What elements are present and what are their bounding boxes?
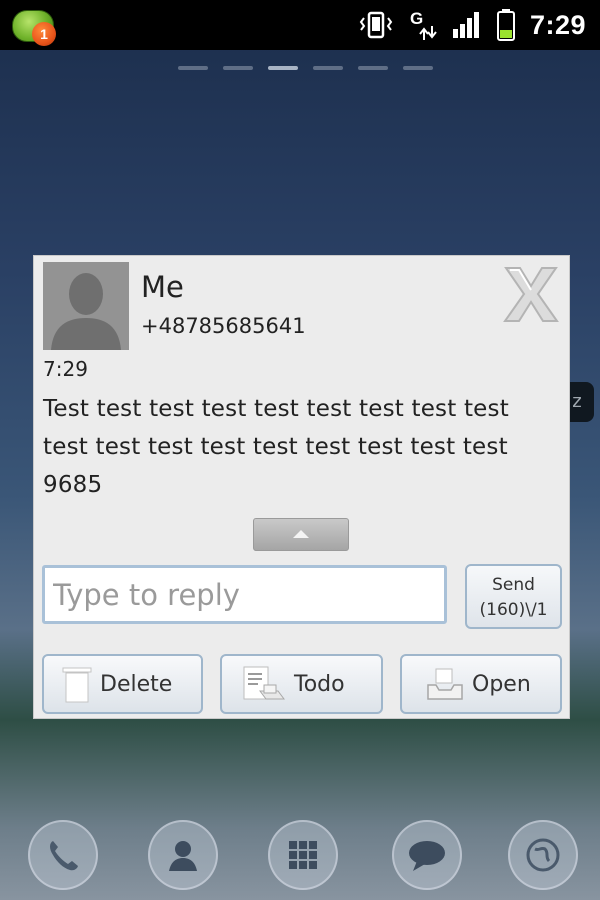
todo-document-icon bbox=[242, 665, 286, 703]
send-button[interactable]: Send (160)\/1 bbox=[465, 564, 562, 629]
home-dock bbox=[0, 808, 600, 900]
page-dot-active[interactable] bbox=[268, 66, 298, 70]
vibrate-icon bbox=[358, 10, 394, 40]
page-dot[interactable] bbox=[178, 66, 208, 70]
delete-label: Delete bbox=[100, 671, 173, 697]
open-label: Open bbox=[472, 671, 531, 697]
close-icon[interactable] bbox=[500, 264, 562, 324]
phone-icon[interactable] bbox=[28, 820, 98, 890]
data-g-icon: G bbox=[408, 8, 438, 42]
sms-notification-icon[interactable]: 1 bbox=[12, 6, 56, 46]
battery-icon bbox=[496, 9, 516, 41]
contacts-icon[interactable] bbox=[148, 820, 218, 890]
expand-button[interactable] bbox=[253, 518, 349, 551]
todo-label: Todo bbox=[294, 671, 345, 697]
trash-icon bbox=[62, 665, 92, 703]
contact-name: Me bbox=[141, 270, 184, 304]
app-drawer-icon[interactable] bbox=[268, 820, 338, 890]
status-time: 7:29 bbox=[529, 9, 586, 40]
page-dot[interactable] bbox=[313, 66, 343, 70]
page-dot[interactable] bbox=[403, 66, 433, 70]
contact-avatar bbox=[43, 262, 129, 350]
send-character-counter: (160)\/1 bbox=[479, 600, 548, 620]
notification-count-badge: 1 bbox=[32, 22, 56, 46]
page-dot[interactable] bbox=[358, 66, 388, 70]
delete-button[interactable]: Delete bbox=[42, 654, 203, 714]
open-button[interactable]: Open bbox=[400, 654, 562, 714]
home-page-indicator bbox=[178, 66, 433, 70]
browser-icon[interactable] bbox=[508, 820, 578, 890]
contact-phone: +48785685641 bbox=[141, 314, 306, 338]
person-silhouette-icon bbox=[43, 262, 129, 350]
status-bar: 1 G 7:29 bbox=[0, 0, 600, 50]
message-body: Test test test test test test test test … bbox=[43, 396, 509, 498]
todo-button[interactable]: Todo bbox=[220, 654, 383, 714]
send-label: Send bbox=[492, 575, 535, 595]
signal-icon bbox=[452, 11, 482, 39]
reply-input[interactable] bbox=[42, 565, 447, 624]
svg-text:G: G bbox=[410, 9, 423, 28]
message-time: 7:29 bbox=[43, 357, 88, 381]
chevron-up-icon bbox=[293, 530, 309, 538]
sms-popup: Me +48785685641 7:29 Test test test test… bbox=[33, 255, 570, 719]
page-dot[interactable] bbox=[223, 66, 253, 70]
inbox-tray-icon bbox=[426, 667, 464, 701]
messaging-icon[interactable] bbox=[392, 820, 462, 890]
